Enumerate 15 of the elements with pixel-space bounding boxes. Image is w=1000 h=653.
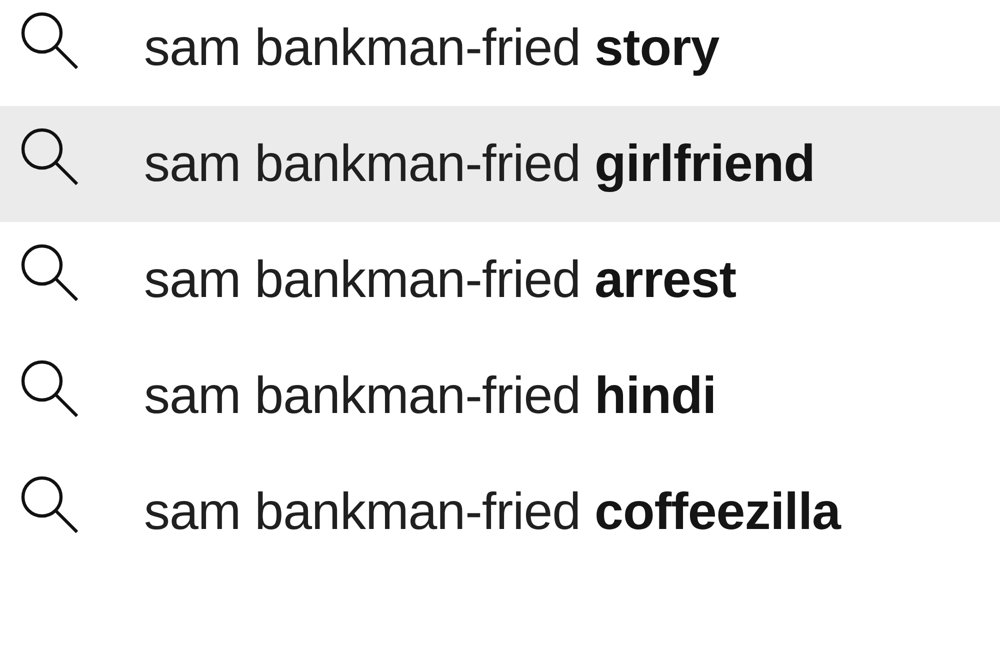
search-icon — [20, 11, 80, 71]
search-icon — [20, 359, 80, 419]
suggestion-row[interactable]: sam bankman-fried hindi — [0, 338, 1000, 454]
suggestion-row[interactable]: sam bankman-fried arrest — [0, 222, 1000, 338]
suggestion-text: sam bankman-fried girlfriend — [144, 134, 815, 194]
suggestion-text: sam bankman-fried story — [144, 18, 720, 78]
suggestion-text: sam bankman-fried hindi — [144, 366, 716, 426]
suggestion-row[interactable]: sam bankman-fried story — [0, 0, 1000, 106]
search-icon — [20, 475, 80, 535]
suggestion-row[interactable]: sam bankman-fried girlfriend — [0, 106, 1000, 222]
suggestion-row[interactable]: sam bankman-fried coffeezilla — [0, 454, 1000, 570]
search-icon — [20, 127, 80, 187]
suggestion-text: sam bankman-fried coffeezilla — [144, 482, 840, 542]
suggestion-text: sam bankman-fried arrest — [144, 250, 736, 310]
search-icon — [20, 243, 80, 303]
